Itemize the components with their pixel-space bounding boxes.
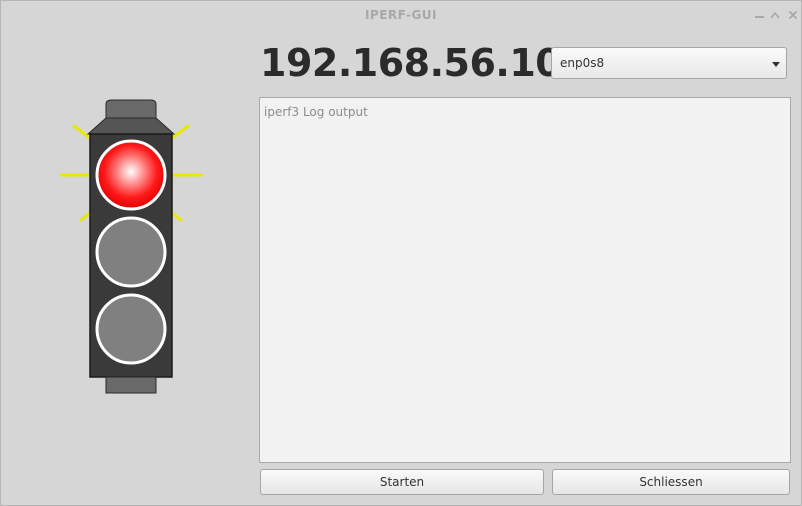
green-lamp [95,293,167,365]
traffic-light-image [59,99,203,394]
close-icon [788,10,798,20]
light-base [105,376,157,394]
dropdown-arrow-icon [772,62,780,67]
light-visor [86,117,176,135]
window-title: IPERF-GUI [364,8,438,22]
interface-select-value: enp0s8 [560,56,605,70]
log-output-textarea[interactable]: iperf3 Log output [259,97,791,463]
start-button[interactable]: Starten [260,469,544,495]
red-lamp [95,139,167,211]
log-placeholder: iperf3 Log output [264,105,368,119]
maximize-icon [770,11,780,19]
minimize-icon [754,16,764,18]
close-button[interactable]: Schliessen [552,469,790,495]
maximize-button[interactable] [765,5,785,25]
title-bar: IPERF-GUI [1,1,801,31]
app-window: IPERF-GUI 192.168.56.101 enp0s8 iperf3 L… [0,0,802,506]
ip-address-label: 192.168.56.101 [260,41,588,85]
close-window-button[interactable] [783,5,802,25]
yellow-lamp [95,216,167,288]
interface-select[interactable]: enp0s8 [551,47,787,79]
